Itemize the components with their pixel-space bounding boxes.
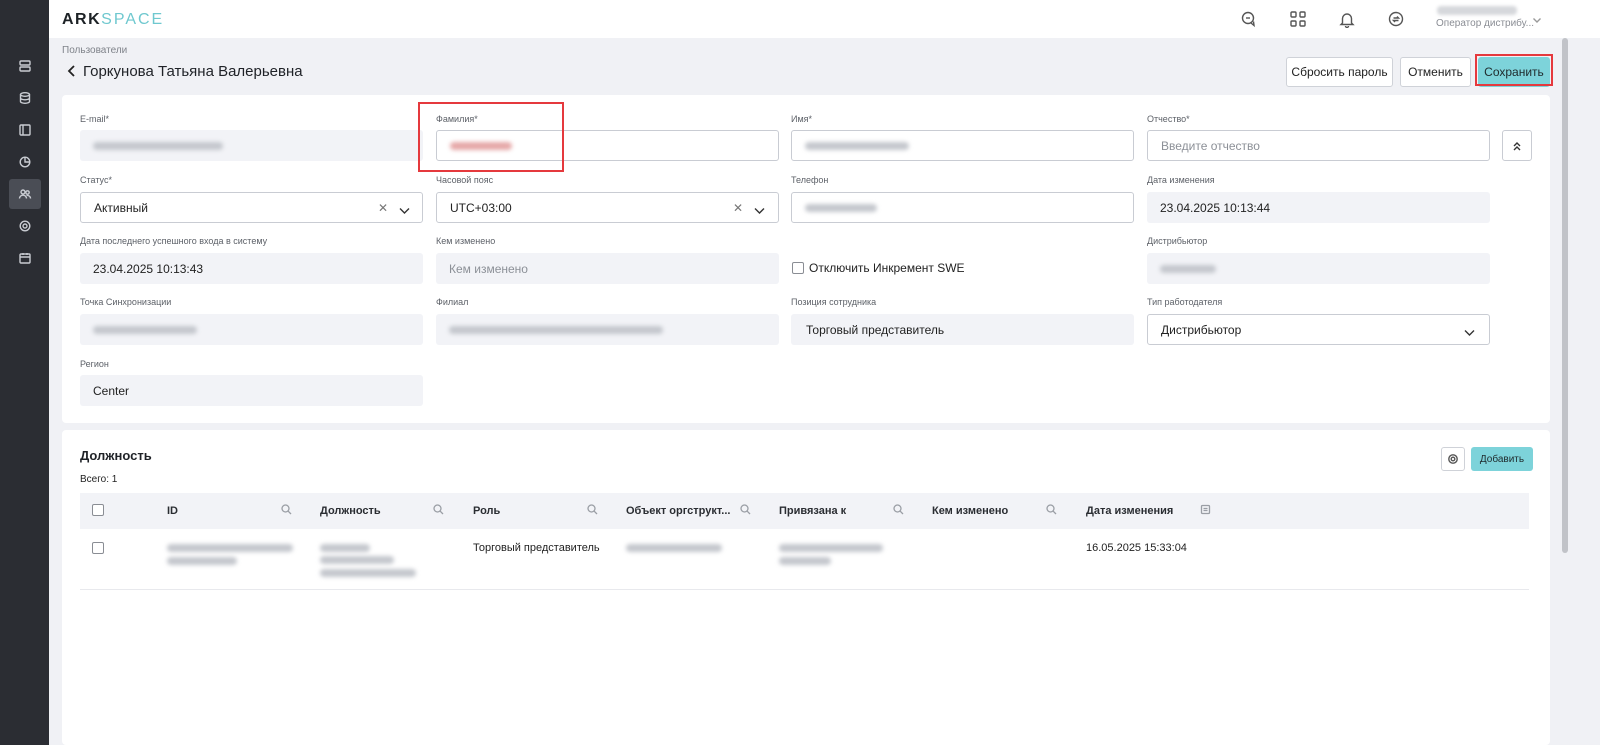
first-name-field[interactable]: [791, 130, 1134, 161]
row-position-blurred: [320, 569, 416, 577]
settings-icon[interactable]: [9, 211, 41, 241]
column-modified-by[interactable]: Кем изменено: [932, 505, 1008, 517]
reset-password-button[interactable]: Сбросить пароль: [1286, 57, 1393, 87]
row-role: Торговый представитель: [473, 542, 600, 554]
row-org-object-blurred: [626, 544, 722, 552]
chat-icon[interactable]: [1240, 10, 1258, 28]
database-icon[interactable]: [9, 83, 41, 113]
positions-total: Всего: 1: [80, 474, 118, 485]
disable-swe-checkbox[interactable]: [792, 262, 804, 274]
clear-timezone-icon[interactable]: ✕: [733, 201, 743, 215]
sync-point-label: Точка Синхронизации: [80, 297, 172, 307]
search-icon[interactable]: [433, 504, 444, 518]
employer-type-label: Тип работодателя: [1147, 297, 1223, 307]
row-id-blurred: [167, 557, 237, 565]
row-modified-date: 16.05.2025 15:33:04: [1086, 542, 1187, 554]
cancel-button[interactable]: Отменить: [1400, 57, 1471, 87]
column-org-object[interactable]: Объект оргструкт...: [626, 505, 730, 517]
clear-status-icon[interactable]: ✕: [378, 201, 388, 215]
timezone-select[interactable]: UTC+03:00: [436, 192, 779, 223]
page-title: Горкунова Татьяна Валерьевна: [83, 63, 303, 80]
select-all-checkbox[interactable]: [92, 504, 104, 516]
users-icon[interactable]: [9, 179, 41, 209]
vertical-scrollbar[interactable]: [1562, 38, 1568, 553]
positions-table-header: ID Должность Роль Объект оргструкт... Пр…: [80, 493, 1529, 529]
distributor-field: [1147, 253, 1490, 284]
branch-label: Филиал: [436, 297, 469, 307]
chevron-down-icon[interactable]: [754, 204, 765, 218]
row-bound-to-blurred: [779, 557, 831, 565]
chevron-down-icon[interactable]: [399, 204, 410, 218]
bell-icon[interactable]: [1338, 10, 1356, 29]
gear-icon[interactable]: [1441, 447, 1465, 471]
add-position-button[interactable]: Добавить: [1471, 447, 1533, 471]
patronymic-field[interactable]: Введите отчество: [1147, 130, 1490, 161]
search-icon[interactable]: [1046, 504, 1057, 518]
employee-position-field: Торговый представитель: [791, 314, 1134, 345]
highlight-last-name-outline: [418, 102, 564, 172]
calendar-icon[interactable]: [9, 243, 41, 273]
chevron-down-icon[interactable]: [1464, 326, 1475, 340]
phone-field[interactable]: [791, 192, 1134, 223]
row-position-blurred: [320, 556, 394, 564]
sync-icon[interactable]: [1387, 10, 1405, 28]
search-icon[interactable]: [740, 504, 751, 518]
pie-chart-icon[interactable]: [9, 147, 41, 177]
user-name[interactable]: [1437, 6, 1517, 15]
back-arrow-icon[interactable]: [66, 64, 78, 78]
distributor-label: Дистрибьютор: [1147, 236, 1208, 246]
app-logo[interactable]: ARKSPACE: [62, 11, 164, 29]
server-icon[interactable]: [9, 51, 41, 81]
row-position-blurred: [320, 544, 370, 552]
row-checkbox[interactable]: [92, 542, 104, 554]
column-position[interactable]: Должность: [320, 505, 381, 517]
column-bound-to[interactable]: Привязана к: [779, 505, 846, 517]
email-field: [80, 130, 423, 161]
patronymic-label: Отчество*: [1147, 114, 1190, 124]
positions-title: Должность: [80, 448, 152, 463]
search-icon[interactable]: [281, 504, 292, 518]
calendar-filter-icon[interactable]: [1200, 504, 1211, 518]
phone-label: Телефон: [791, 175, 829, 185]
modified-date-field: 23.04.2025 10:13:44: [1147, 192, 1490, 223]
layout-icon[interactable]: [9, 115, 41, 145]
branch-field: [436, 314, 779, 345]
region-field: Center: [80, 375, 423, 406]
topbar: ARKSPACE Оператор дистрибу...: [49, 0, 1600, 38]
status-label: Статус*: [80, 175, 112, 185]
apps-grid-icon[interactable]: [1289, 10, 1307, 28]
email-label: E-mail*: [80, 114, 110, 124]
chevron-down-icon[interactable]: [1532, 14, 1542, 28]
highlight-save-outline: [1475, 54, 1553, 86]
modified-by-field: Кем изменено: [436, 253, 779, 284]
employee-position-label: Позиция сотрудника: [791, 297, 877, 307]
disable-swe-label[interactable]: Отключить Инкремент SWE: [809, 261, 965, 275]
breadcrumb[interactable]: Пользователи: [62, 45, 127, 56]
sync-point-field: [80, 314, 423, 345]
status-select[interactable]: Активный: [80, 192, 423, 223]
search-icon[interactable]: [893, 504, 904, 518]
timezone-label: Часовой пояс: [436, 175, 494, 185]
user-role[interactable]: Оператор дистрибу...: [1436, 18, 1534, 29]
row-id-blurred: [167, 544, 293, 552]
region-label: Регион: [80, 359, 109, 369]
column-id[interactable]: ID: [167, 505, 178, 517]
collapse-icon[interactable]: [1502, 130, 1532, 161]
modified-date-label: Дата изменения: [1147, 175, 1215, 185]
positions-card: [62, 430, 1550, 745]
column-role[interactable]: Роль: [473, 505, 500, 517]
last-login-label: Дата последнего успешного входа в систем…: [80, 236, 268, 246]
modified-by-label: Кем изменено: [436, 236, 496, 246]
first-name-label: Имя*: [791, 114, 813, 124]
row-divider: [80, 589, 1529, 590]
employer-type-select[interactable]: Дистрибьютор: [1147, 314, 1490, 345]
last-login-field: 23.04.2025 10:13:43: [80, 253, 423, 284]
sidebar: [0, 0, 49, 745]
row-bound-to-blurred: [779, 544, 883, 552]
column-modified-date[interactable]: Дата изменения: [1086, 505, 1173, 517]
search-icon[interactable]: [587, 504, 598, 518]
